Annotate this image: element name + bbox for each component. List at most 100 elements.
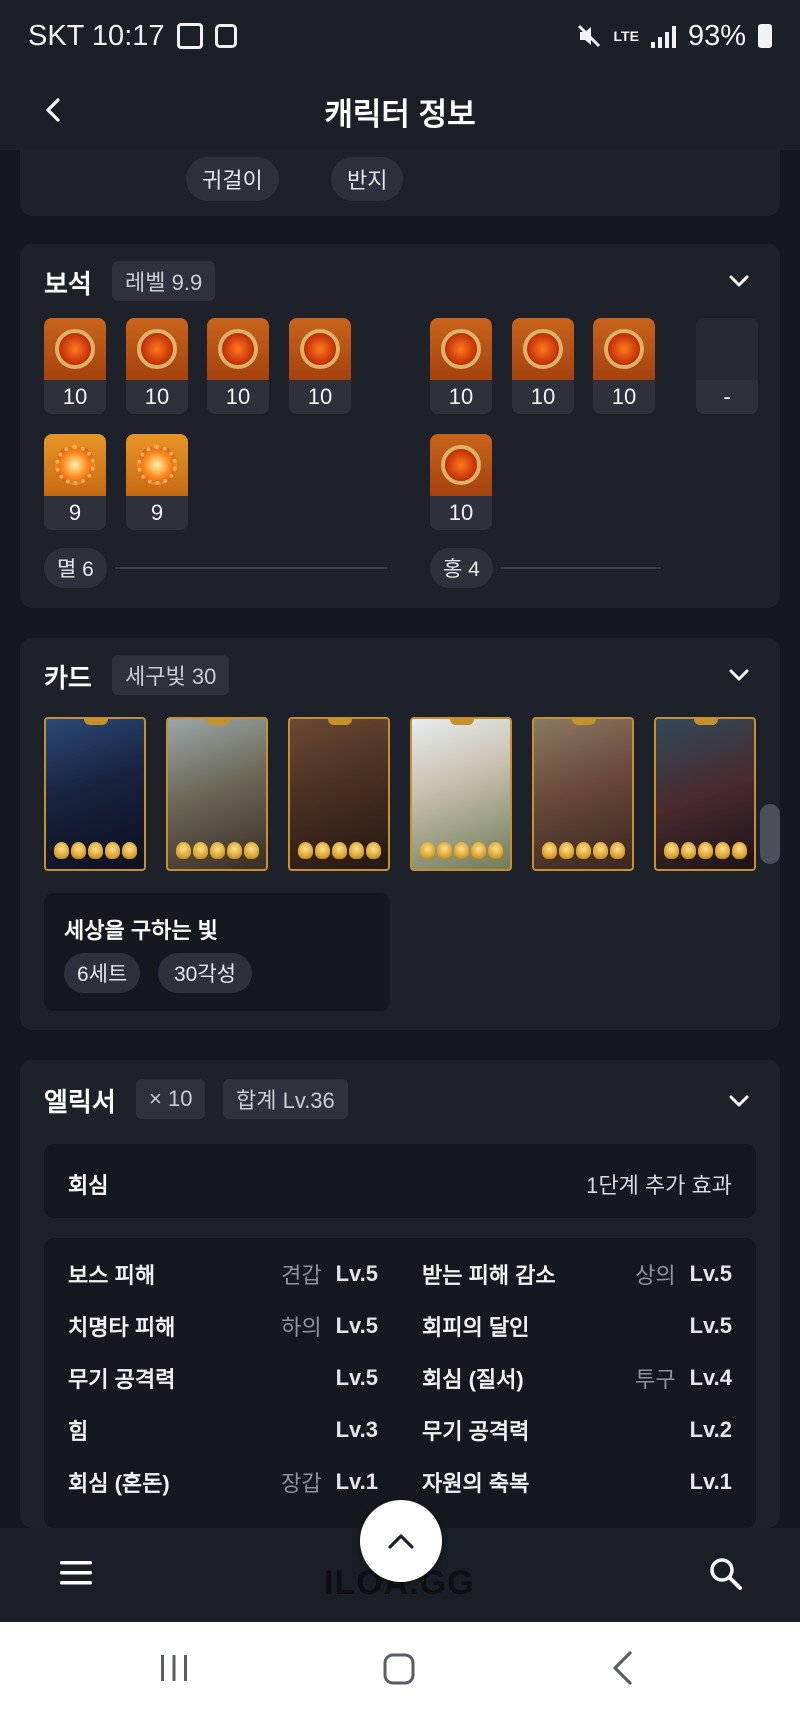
gem-slot[interactable]: 10 bbox=[593, 318, 655, 414]
battery-icon bbox=[758, 24, 772, 48]
status-bar: SKT 10:17 LTE 93% bbox=[0, 0, 800, 72]
awakening-stars bbox=[664, 842, 747, 859]
flame-gem-icon bbox=[44, 434, 106, 496]
card-section-title: 카드 bbox=[44, 663, 92, 693]
elixir-stat: 힘 Lv.3 bbox=[68, 1417, 378, 1444]
elixir-stat: 무기 공격력 Lv.2 bbox=[422, 1417, 732, 1444]
main-content: 귀걸이 반지 보석 레벨 9.9 10 10 10 10 9 9 10 10 1… bbox=[0, 150, 800, 1528]
gem-slot[interactable]: 10 bbox=[126, 318, 188, 414]
search-icon bbox=[710, 1558, 742, 1590]
mute-icon bbox=[577, 24, 600, 48]
gem-level-tag: 레벨 9.9 bbox=[112, 261, 216, 301]
sun-gem-icon bbox=[430, 318, 492, 380]
divider bbox=[114, 567, 387, 569]
awakening-stars bbox=[298, 842, 381, 859]
system-navigation-bar bbox=[0, 1622, 800, 1716]
ring-chip[interactable]: 반지 bbox=[331, 157, 404, 201]
gem-section-title: 보석 bbox=[44, 269, 92, 299]
awakening-chip: 30각성 bbox=[158, 953, 252, 993]
card-slot[interactable] bbox=[532, 717, 634, 871]
recent-apps-button[interactable] bbox=[158, 1652, 190, 1684]
awakening-stars bbox=[542, 842, 625, 859]
sun-gem-icon bbox=[512, 318, 574, 380]
recent-apps-icon bbox=[161, 1655, 187, 1681]
elixir-stat: 회피의 달인 Lv.5 bbox=[422, 1313, 732, 1340]
card-slot[interactable] bbox=[44, 717, 146, 871]
hamburger-menu-icon bbox=[60, 1561, 92, 1585]
elixir-stat: 회심 (혼돈) 장갑 Lv.1 bbox=[68, 1469, 378, 1496]
chevron-down-icon[interactable] bbox=[726, 268, 752, 294]
accessory-panel: 귀걸이 반지 bbox=[20, 150, 780, 216]
gem-summary-right: 홍 4 bbox=[430, 548, 661, 588]
gem-slot[interactable]: 10 bbox=[207, 318, 269, 414]
gem-slot[interactable]: 10 bbox=[430, 318, 492, 414]
elixir-stat: 보스 피해 견갑 Lv.5 bbox=[68, 1261, 378, 1288]
effect-value: 1단계 추가 효과 bbox=[586, 1173, 732, 1198]
earring-chip[interactable]: 귀걸이 bbox=[186, 157, 279, 201]
gem-summary-left: 멸 6 bbox=[44, 548, 387, 588]
scroll-to-top-button[interactable] bbox=[360, 1500, 442, 1582]
chevron-down-icon[interactable] bbox=[726, 662, 752, 688]
elixir-stat: 무기 공격력 Lv.5 bbox=[68, 1365, 378, 1392]
back-button[interactable] bbox=[34, 90, 74, 130]
menu-button[interactable] bbox=[58, 1558, 94, 1588]
gem-slot[interactable]: 9 bbox=[44, 434, 106, 530]
card-slot[interactable] bbox=[166, 717, 268, 871]
gem-summary-chip: 홍 4 bbox=[430, 548, 493, 588]
sun-gem-icon bbox=[430, 434, 492, 496]
awakening-stars bbox=[54, 842, 137, 859]
gem-slot[interactable]: 10 bbox=[289, 318, 351, 414]
awakening-stars bbox=[420, 842, 503, 859]
flame-gem-icon bbox=[126, 434, 188, 496]
gem-slot[interactable]: 10 bbox=[512, 318, 574, 414]
awakening-stars bbox=[176, 842, 259, 859]
battery-percent: 93% bbox=[687, 19, 746, 52]
sun-gem-icon bbox=[593, 318, 655, 380]
flame-gem-icon bbox=[126, 318, 188, 380]
set-count-chip: 6세트 bbox=[64, 953, 141, 993]
flame-gem-icon bbox=[289, 318, 351, 380]
lock-icon bbox=[214, 24, 237, 48]
card-set-name: 세상을 구하는 빛 bbox=[64, 918, 218, 943]
elixir-total-tag: 합계 Lv.36 bbox=[223, 1079, 348, 1119]
back-arrow-icon bbox=[613, 1651, 632, 1685]
card-slot[interactable] bbox=[654, 717, 756, 871]
flame-gem-icon bbox=[44, 318, 106, 380]
app-header: 캐릭터 정보 bbox=[0, 72, 800, 150]
gem-slot-empty[interactable]: - bbox=[696, 318, 758, 414]
elixir-section-title: 엘릭서 bbox=[44, 1087, 116, 1117]
network-type: LTE bbox=[613, 28, 639, 44]
system-back-button[interactable] bbox=[610, 1650, 634, 1686]
page-title: 캐릭터 정보 bbox=[324, 96, 476, 132]
signal-icon bbox=[650, 24, 676, 48]
home-icon bbox=[383, 1653, 415, 1685]
elixir-panel: 엘릭서 × 10 합계 Lv.36 회심 1단계 추가 효과 보스 피해 견갑 Lv… bbox=[20, 1060, 780, 1528]
carousel-scroll-handle[interactable] bbox=[760, 804, 780, 864]
search-button[interactable] bbox=[708, 1556, 744, 1592]
card-slot[interactable] bbox=[410, 717, 512, 871]
elixir-stats-grid: 보스 피해 견갑 Lv.5 치명타 피해 하의 Lv.5 무기 공격력 Lv.5 힘 Lv.… bbox=[44, 1238, 756, 1528]
gem-slot[interactable]: 10 bbox=[44, 318, 106, 414]
card-slot[interactable] bbox=[288, 717, 390, 871]
card-set-box: 세상을 구하는 빛 6세트 30각성 bbox=[44, 893, 390, 1011]
gallery-icon bbox=[176, 23, 203, 49]
home-button[interactable] bbox=[382, 1652, 416, 1686]
chevron-up-icon bbox=[388, 1534, 414, 1549]
elixir-stat: 자원의 축복 Lv.1 bbox=[422, 1469, 732, 1496]
carrier-time: SKT 10:17 bbox=[28, 19, 165, 52]
gem-summary-chip: 멸 6 bbox=[44, 548, 107, 588]
chevron-down-icon[interactable] bbox=[726, 1088, 752, 1114]
elixir-stat: 받는 피해 감소 상의 Lv.5 bbox=[422, 1261, 732, 1288]
elixir-effect-row: 회심 1단계 추가 효과 bbox=[44, 1144, 756, 1218]
card-set-tag: 세구빛 30 bbox=[112, 655, 230, 695]
divider bbox=[500, 567, 661, 569]
elixir-stat: 회심 (질서) 투구 Lv.4 bbox=[422, 1365, 732, 1392]
elixir-stat: 치명타 피해 하의 Lv.5 bbox=[68, 1313, 378, 1340]
effect-name: 회심 bbox=[68, 1173, 109, 1198]
chevron-left-icon bbox=[46, 98, 60, 122]
elixir-count-tag: × 10 bbox=[136, 1079, 206, 1119]
flame-gem-icon bbox=[207, 318, 269, 380]
gem-slot[interactable]: 10 bbox=[430, 434, 492, 530]
gem-panel: 보석 레벨 9.9 10 10 10 10 9 9 10 10 10 - 10 … bbox=[20, 244, 780, 608]
gem-slot[interactable]: 9 bbox=[126, 434, 188, 530]
